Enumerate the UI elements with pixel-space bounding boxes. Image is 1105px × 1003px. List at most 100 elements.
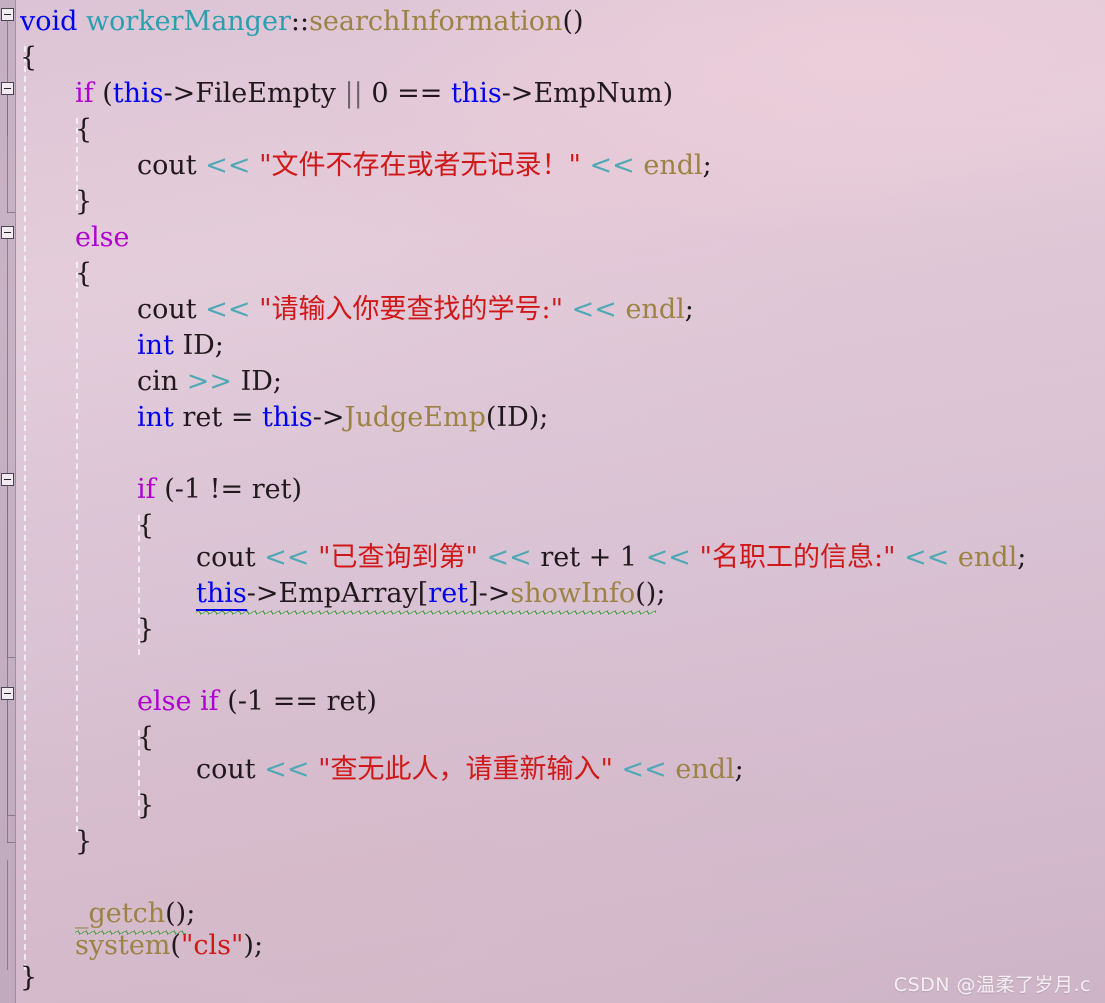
code-line-24[interactable]: } xyxy=(75,824,92,860)
code-line-17[interactable]: this->EmpArray[ret]->showInfo(); xyxy=(196,576,665,616)
token-class-name: workerManger xyxy=(86,6,291,37)
token-literal-one: 1 xyxy=(619,542,638,573)
csdn-watermark: CSDN @温柔了岁月.c xyxy=(893,974,1091,996)
token-op-insert: << xyxy=(205,294,251,325)
token-arrow: -> xyxy=(478,578,511,609)
token-string-input-id: 请输入你要查找的学号: xyxy=(271,294,551,325)
code-line-20[interactable]: else if (-1 == ret) xyxy=(137,684,377,720)
token-member-file-empty: FileEmpty xyxy=(195,78,336,109)
token-op-plus: + xyxy=(588,542,612,573)
token-stream-endl: endl xyxy=(625,294,685,325)
token-string-not-found: 查无此人，请重新输入 xyxy=(330,754,601,785)
token-var-id: ID xyxy=(496,402,529,433)
token-string-found-suffix: 名职工的信息: xyxy=(711,542,884,573)
token-op-neq: != xyxy=(209,474,244,505)
token-arrow: -> xyxy=(163,78,196,109)
token-arrow: -> xyxy=(246,578,279,609)
token-keyword-else: else xyxy=(75,222,130,253)
token-op-insert: << xyxy=(264,754,310,785)
token-stream-endl: endl xyxy=(675,754,735,785)
token-method-show-info: showInfo xyxy=(510,578,636,609)
code-line-12[interactable]: int ret = this->JudgeEmp(ID); xyxy=(137,400,548,436)
code-line-18[interactable]: } xyxy=(137,612,154,648)
token-member-emp-array: EmpArray xyxy=(278,578,418,609)
token-var-ret: ret xyxy=(540,542,581,573)
token-stream-endl: endl xyxy=(957,542,1018,573)
token-fn-getch: _getch xyxy=(75,898,166,929)
token-op-or: || xyxy=(344,78,363,109)
code-line-27[interactable]: system("cls"); xyxy=(75,928,263,964)
token-keyword-this: this xyxy=(450,78,502,109)
token-arrow: -> xyxy=(501,78,534,109)
code-line-2[interactable]: { xyxy=(20,40,37,76)
code-line-16[interactable]: cout << "已查询到第" << ret + 1 << "名职工的信息:" … xyxy=(196,540,1026,576)
code-line-11[interactable]: cin >> ID; xyxy=(137,364,282,400)
token-op-assign: = xyxy=(230,402,254,433)
token-op-eq: == xyxy=(397,78,443,109)
token-keyword-int: int xyxy=(137,402,174,433)
code-line-26[interactable]: _getch(); xyxy=(75,896,195,936)
token-var-id: ID xyxy=(240,366,273,397)
token-var-ret: ret xyxy=(428,578,469,609)
code-line-15[interactable]: { xyxy=(137,508,154,544)
error-squiggle-showinfo: this->EmpArray[ret]->showInfo() xyxy=(196,576,657,616)
token-op-insert: << xyxy=(571,294,617,325)
token-op-extract: >> xyxy=(186,366,232,397)
token-op-insert: << xyxy=(589,150,635,181)
token-keyword-if: if xyxy=(137,474,156,505)
code-line-10[interactable]: int ID; xyxy=(137,328,224,364)
token-keyword-this: this xyxy=(112,78,164,109)
token-keyword-void: void xyxy=(20,6,78,37)
token-literal-minus-one: -1 xyxy=(237,686,265,717)
token-stream-cout: cout xyxy=(137,150,197,181)
token-method-name: searchInformation xyxy=(309,6,563,37)
token-fn-system: system xyxy=(75,930,171,961)
code-line-22[interactable]: cout << "查无此人，请重新输入" << endl; xyxy=(196,752,744,788)
token-string-cls: cls xyxy=(193,930,231,961)
code-line-21[interactable]: { xyxy=(137,720,154,756)
token-keyword-this: this xyxy=(196,578,247,611)
code-line-1[interactable]: void workerManger::searchInformation() xyxy=(20,4,584,40)
token-literal-minus-one: -1 xyxy=(174,474,202,505)
code-line-3[interactable]: if (this->FileEmpty || 0 == this->EmpNum… xyxy=(75,76,673,112)
code-line-4[interactable]: { xyxy=(75,112,92,148)
token-method-judge-emp: JudgeEmp xyxy=(344,402,486,433)
code-editor-screenshot: void workerManger::searchInformation() {… xyxy=(0,0,1105,1003)
token-op-eq: == xyxy=(272,686,318,717)
token-stream-cout: cout xyxy=(137,294,197,325)
code-line-6[interactable]: } xyxy=(75,184,92,220)
code-line-7[interactable]: else xyxy=(75,220,129,256)
token-member-emp-num: EmpNum xyxy=(533,78,663,109)
code-line-14[interactable]: if (-1 != ret) xyxy=(137,472,302,508)
token-scope-op: :: xyxy=(290,6,310,37)
token-op-insert: << xyxy=(205,150,251,181)
token-string-found-prefix: 已查询到第 xyxy=(330,542,466,573)
token-var-ret: ret xyxy=(251,474,292,505)
token-stream-cout: cout xyxy=(196,754,256,785)
token-op-insert: << xyxy=(904,542,950,573)
token-var-id: ID xyxy=(182,330,215,361)
token-keyword-else: else xyxy=(137,686,192,717)
token-var-ret: ret xyxy=(326,686,367,717)
token-op-insert: << xyxy=(264,542,310,573)
token-keyword-if: if xyxy=(75,78,94,109)
error-squiggle-getch: _getch() xyxy=(75,896,187,936)
token-op-insert: << xyxy=(645,542,691,573)
token-keyword-int: int xyxy=(137,330,174,361)
token-op-insert: << xyxy=(486,542,532,573)
code-text-area[interactable]: void workerManger::searchInformation() {… xyxy=(0,0,1105,1003)
code-line-8[interactable]: { xyxy=(75,256,92,292)
code-line-23[interactable]: } xyxy=(137,788,154,824)
token-literal-zero: 0 xyxy=(371,78,389,109)
token-stream-endl: endl xyxy=(643,150,703,181)
code-line-28[interactable]: } xyxy=(20,960,37,996)
token-keyword-if: if xyxy=(200,686,219,717)
token-keyword-this: this xyxy=(262,402,313,433)
token-stream-cout: cout xyxy=(196,542,256,573)
token-var-ret: ret xyxy=(182,402,223,433)
code-line-5[interactable]: cout << "文件不存在或者无记录！" << endl; xyxy=(137,148,712,184)
token-op-insert: << xyxy=(621,754,667,785)
token-arrow: -> xyxy=(312,402,345,433)
token-string-file-empty: 文件不存在或者无记录！ xyxy=(271,150,569,181)
code-line-9[interactable]: cout << "请输入你要查找的学号:" << endl; xyxy=(137,292,694,328)
